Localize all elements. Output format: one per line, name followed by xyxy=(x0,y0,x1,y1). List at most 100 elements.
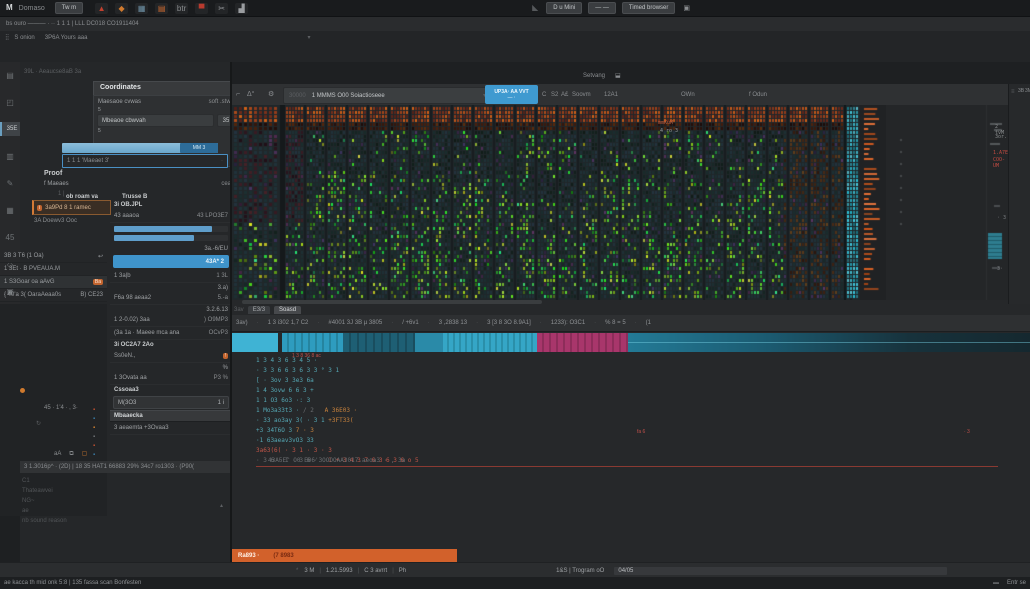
gear-icon[interactable]: ⚙ xyxy=(268,90,274,99)
b-badge[interactable]: 3B xyxy=(1018,88,1024,94)
cut-icon[interactable]: ✂ xyxy=(215,3,228,14)
rail-item-3[interactable]: ▥ xyxy=(0,149,20,163)
rail-item-6[interactable]: 45 xyxy=(0,230,20,244)
record-dot[interactable] xyxy=(20,388,25,393)
timeline-band[interactable] xyxy=(232,333,1030,352)
selected-range-field[interactable]: 1 1 1 'Maeaet 3' · xyxy=(62,154,228,168)
c-icon[interactable]: C xyxy=(542,91,546,99)
dataset-dropdown[interactable]: 30000 1 MMMS O00 Soiactioseee ▾ xyxy=(283,87,492,104)
row-f-label[interactable]: f Maeaes xyxy=(44,181,69,187)
band-segment-fade[interactable] xyxy=(628,333,1030,352)
layers-icon[interactable]: ▤ xyxy=(155,3,168,14)
alert-row[interactable]: i 3a9Pd 8 1 ramec xyxy=(32,200,111,215)
rail-item-2[interactable]: 35E xyxy=(0,122,22,136)
code-line-4[interactable]: 1 4 3ovw 6 6 3 + xyxy=(256,386,1026,396)
btr-label[interactable]: btr xyxy=(175,3,188,14)
name-input[interactable]: Mbeaoe cbwvah xyxy=(97,114,214,127)
crumb-item-6[interactable]: 1233): O3C1 xyxy=(551,320,585,326)
code-line-2[interactable]: · 3 3 6 6 3 6 3 3 ° 3 1 xyxy=(256,366,1026,376)
mini-icon-0[interactable]: ▪ xyxy=(93,406,103,415)
band-segment-magenta[interactable] xyxy=(537,333,628,352)
slider-handle[interactable]: MM 3 xyxy=(180,143,218,153)
chart-icon[interactable]: ▟ xyxy=(235,3,248,14)
status-meter[interactable]: 04/05 xyxy=(614,567,947,575)
crumb-item-5[interactable]: 3 [3 8 3O 8.9A1] xyxy=(487,320,531,326)
tab-yours[interactable]: 3P6A Yours aaa xyxy=(45,34,88,42)
grid-icon[interactable]: ▦ xyxy=(135,3,148,14)
crumb-item-2[interactable]: #4001 3J 3B µ 3805 xyxy=(328,320,382,326)
recent-item-3[interactable]: ae xyxy=(22,506,227,516)
layer-row-1[interactable]: 1 3Et · B PVEAUA.M xyxy=(0,263,107,276)
rail-item-4[interactable]: ✎ xyxy=(0,176,20,190)
menu-domains[interactable]: Domaso xyxy=(19,4,45,13)
code-editor[interactable]: 1 3 4 3 6 3 4 5 ·· 3 3 6 6 3 6 3 3 ° 3 1… xyxy=(256,356,1026,467)
device-button[interactable]: D u Mini xyxy=(546,2,582,14)
code-line-6[interactable]: 1 Mo3a33t3 · / 2 A 36E03 · xyxy=(256,406,1026,416)
warning-icon[interactable]: ▢ xyxy=(82,450,88,458)
zoom-slider[interactable]: MM 3 xyxy=(62,143,218,153)
af-icon[interactable]: A£ xyxy=(561,91,568,99)
recent-item-2[interactable]: NG~ xyxy=(22,496,227,506)
tab-onion[interactable]: S onion xyxy=(14,34,34,42)
breadcrumb[interactable]: bs ouro ——— · ·· 1 1 1 | LLL DC018 CO191… xyxy=(6,20,139,28)
bottom-right-text[interactable]: Entr se xyxy=(1007,580,1026,586)
tray-icon[interactable]: ▣ xyxy=(683,4,690,13)
layer-row-0[interactable]: 3B 3 T6 (1 Oa)↩ xyxy=(0,250,107,263)
code-line-3[interactable]: [ · 3ov 3 3e3 6a xyxy=(256,376,1026,386)
crumb-item-3[interactable]: / +6v1 xyxy=(402,320,419,326)
update-button[interactable]: UP3A· AA VVT — · xyxy=(485,85,538,104)
code-line-5[interactable]: 1 1 O3 6o3 ·: 3 xyxy=(256,396,1026,406)
render-progress-bar[interactable]: Ra893 · (7 8983 xyxy=(232,549,457,562)
copy-icon[interactable]: ⧉ xyxy=(69,450,73,458)
mini-icon-3[interactable]: ▪ xyxy=(93,433,103,442)
code-line-1[interactable]: 1 3 4 3 6 3 4 5 · xyxy=(256,356,1026,366)
chevron-down-icon[interactable]: ▾ xyxy=(307,34,310,42)
handle-icon[interactable]: ▬ xyxy=(993,580,999,586)
chevron-up-icon[interactable]: ▴ xyxy=(220,502,223,510)
layer-row-2[interactable]: 1 S3Goar oa aAvGBa xyxy=(0,276,107,289)
mini-icon-1[interactable]: ▪ xyxy=(93,415,103,424)
data-grid-heatmap[interactable]: mmKuM4 ro 32 tvM3or.1.A7ECOO-UM· 33· xyxy=(232,105,1008,300)
mini-icon-2[interactable]: ▪ xyxy=(93,424,103,433)
band-segment-cyan-tex2[interactable] xyxy=(443,333,537,352)
code-line-9[interactable]: ·1 63aeav3vO3 33 xyxy=(256,436,1026,446)
text-field[interactable]: M(3O31 i xyxy=(113,396,229,409)
flame-icon[interactable]: ▲ xyxy=(95,3,108,14)
m-badge[interactable]: 3M xyxy=(1025,88,1030,94)
layer-row-3[interactable]: { 40'a 3( OaraAeaa0sB) CE23 xyxy=(0,289,107,302)
band-segment-cyan-tex[interactable] xyxy=(282,333,343,352)
tab-soasd[interactable]: Soasd xyxy=(274,306,301,314)
timed-browser-button[interactable]: Timed browser xyxy=(622,2,675,14)
band-segment-teal-dim[interactable] xyxy=(343,333,415,352)
own-item[interactable]: OWn xyxy=(681,91,695,99)
code-line-10[interactable]: 3a63(6( · 3 1 · 3 · 3 xyxy=(256,446,1026,456)
split-button[interactable]: — — xyxy=(588,2,616,14)
crumb-item-8[interactable]: (1 xyxy=(646,320,651,326)
menu-trim-button[interactable]: Tw m xyxy=(55,2,83,14)
odun-item[interactable]: f Odun xyxy=(749,91,767,99)
crumb-item-1[interactable]: 1 3 i302 1,7 C2 xyxy=(268,320,309,326)
rail-item-1[interactable]: ◰ xyxy=(0,95,20,109)
recent-item-0[interactable]: C1 xyxy=(22,476,227,486)
rail-item-0[interactable]: ▤ xyxy=(0,68,20,82)
soovm-item[interactable]: Soovm xyxy=(572,91,591,99)
recent-item-1[interactable]: Thateawvei xyxy=(22,486,227,496)
band-segment-cyan-bright[interactable] xyxy=(232,333,278,352)
refresh-icon[interactable]: ↻ xyxy=(36,420,41,428)
s2-icon[interactable]: S2 xyxy=(551,91,558,99)
tab-e33[interactable]: E3/3 xyxy=(248,306,270,314)
bracket-icon[interactable]: ⌐ xyxy=(236,90,240,99)
band-segment-cyan-med[interactable] xyxy=(415,333,443,352)
toggle-icon[interactable]: ⬓ xyxy=(615,72,621,80)
rail-item-5[interactable]: ▦ xyxy=(0,203,20,217)
user-icon[interactable]: ◆ xyxy=(115,3,128,14)
apply-button[interactable]: 43A* 2 xyxy=(113,255,229,268)
code-line-7[interactable]: · 33 ao3ay 3( · 3 1 +3FT33( xyxy=(256,416,1026,426)
text-tool-icon[interactable]: aA xyxy=(54,450,61,458)
lin1-item[interactable]: 12A1 xyxy=(604,91,618,99)
crumb-item-0[interactable]: 3av) xyxy=(236,320,248,326)
crumb-item-7[interactable]: % 8 = 5 xyxy=(605,320,626,326)
crumb-item-4[interactable]: 3 ,2838 13 xyxy=(439,320,467,326)
recent-item-4[interactable]: nb sound reason xyxy=(22,516,227,526)
menu-icon[interactable]: ≡ xyxy=(1011,88,1015,96)
